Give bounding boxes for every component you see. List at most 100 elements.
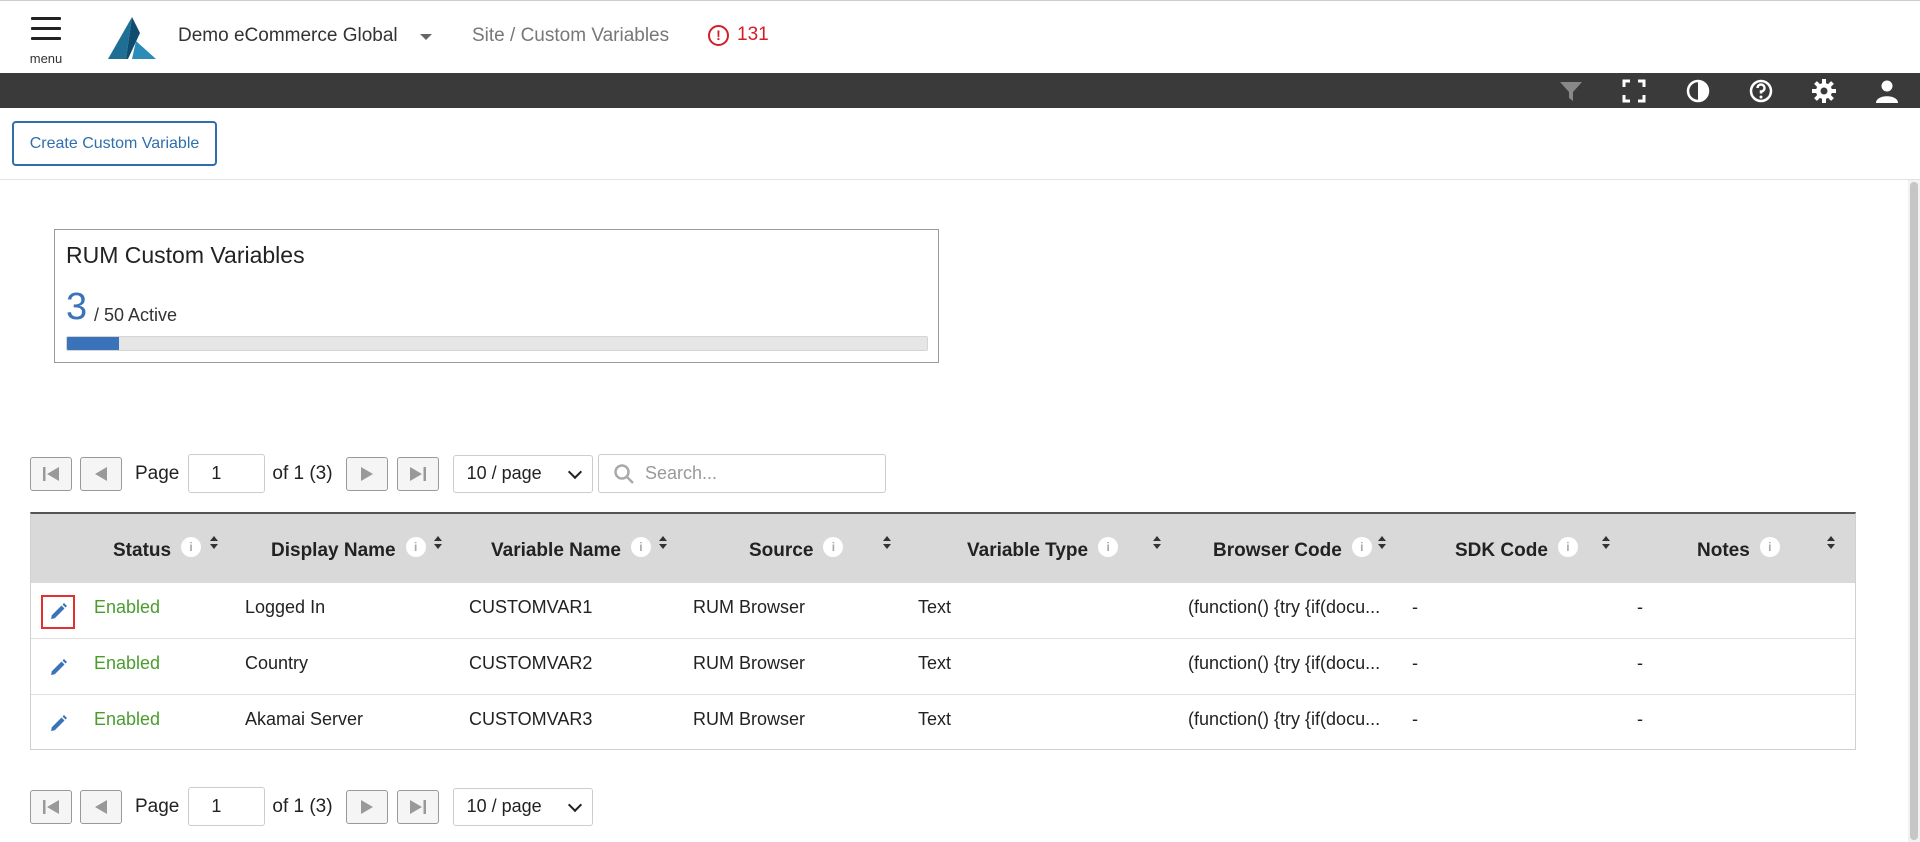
variable-name-cell: CUSTOMVAR2 — [469, 653, 593, 673]
sort-icon[interactable] — [1152, 536, 1162, 552]
next-page-button[interactable] — [345, 789, 388, 824]
column-header-variable-type[interactable]: Variable Type i — [967, 537, 1119, 562]
prev-page-icon — [95, 466, 107, 481]
alert-icon: ! — [708, 24, 729, 46]
sdk-code-cell: - — [1412, 653, 1418, 673]
page-toolbar: Create Custom Variable — [0, 108, 1920, 180]
table-row[interactable]: Enabled Akamai Server CUSTOMVAR3 RUM Bro… — [31, 695, 1855, 751]
per-page-select[interactable]: 10 / page — [452, 787, 593, 826]
column-header-notes[interactable]: Notes i — [1697, 537, 1780, 562]
per-page-value: 10 / page — [466, 463, 542, 483]
sdk-code-cell: - — [1412, 597, 1418, 617]
pencil-icon — [51, 715, 67, 731]
column-header-variable-name[interactable]: Variable Name i — [491, 537, 651, 562]
page-number-input[interactable] — [188, 787, 266, 826]
column-header-display-name[interactable]: Display Name i — [271, 537, 426, 562]
edit-button[interactable] — [41, 707, 75, 741]
browser-code-cell: (function() {try {if(docu... — [1188, 709, 1381, 729]
per-page-value: 10 / page — [466, 796, 542, 816]
top-bar: menu Demo eCommerce Global Site / Custom… — [0, 0, 1920, 73]
column-header-source[interactable]: Source i — [749, 537, 844, 562]
menu-label: menu — [29, 51, 63, 66]
info-icon[interactable]: i — [405, 537, 426, 557]
edit-button[interactable] — [41, 651, 75, 685]
pager-top: Page of 1 (3) 10 / page — [30, 454, 593, 493]
variable-type-cell: Text — [918, 597, 952, 617]
sort-icon[interactable] — [1377, 536, 1387, 552]
help-icon[interactable] — [1748, 78, 1774, 104]
prev-page-button[interactable] — [80, 456, 122, 491]
sort-icon[interactable] — [209, 536, 219, 552]
action-bar — [0, 73, 1920, 108]
fullscreen-icon[interactable] — [1621, 78, 1647, 104]
sort-icon[interactable] — [1601, 536, 1611, 552]
search-icon — [614, 463, 634, 484]
contrast-icon[interactable] — [1685, 78, 1711, 104]
info-icon[interactable]: i — [823, 537, 844, 557]
variable-name-cell: CUSTOMVAR1 — [469, 597, 593, 617]
filter-icon[interactable] — [1558, 78, 1584, 104]
sort-icon[interactable] — [658, 536, 668, 552]
column-header-sdk-code[interactable]: SDK Code i — [1455, 537, 1578, 562]
table-row[interactable]: Enabled Country CUSTOMVAR2 RUM Browser T… — [31, 639, 1855, 695]
next-page-button[interactable] — [345, 456, 388, 491]
search-input[interactable] — [645, 463, 875, 484]
page-label: Page — [135, 462, 180, 484]
last-page-button[interactable] — [396, 789, 439, 824]
status-cell: Enabled — [94, 709, 161, 729]
first-page-button[interactable] — [30, 789, 72, 824]
site-selector[interactable]: Demo eCommerce Global — [178, 25, 398, 47]
settings-icon[interactable] — [1811, 78, 1837, 104]
per-page-select[interactable]: 10 / page — [452, 454, 593, 493]
site-dropdown-caret-icon[interactable] — [420, 34, 432, 40]
info-icon[interactable]: i — [1351, 537, 1372, 557]
info-icon[interactable]: i — [1557, 537, 1578, 557]
notes-cell: - — [1637, 709, 1643, 729]
display-name-cell: Akamai Server — [245, 709, 364, 729]
menu-button[interactable]: menu — [28, 15, 64, 67]
create-custom-variable-button[interactable]: Create Custom Variable — [12, 121, 217, 166]
hamburger-icon — [31, 17, 61, 20]
page-number-input[interactable] — [188, 454, 266, 493]
table-header: Status i Display Name i Variable Name i Sou… — [31, 514, 1855, 583]
pencil-icon — [51, 659, 67, 675]
breadcrumb: Site / Custom Variables — [472, 25, 670, 46]
page-count-label: of 1 (3) — [272, 462, 333, 484]
vertical-scrollbar[interactable] — [1908, 180, 1920, 842]
active-count: 3 — [66, 286, 88, 328]
table-row[interactable]: Enabled Logged In CUSTOMVAR1 RUM Browser… — [31, 583, 1855, 639]
rum-usage-card: RUM Custom Variables 3 / 50 Active — [54, 229, 939, 363]
usage-progress-fill — [67, 337, 119, 350]
column-header-browser-code[interactable]: Browser Code i — [1213, 537, 1372, 562]
prev-page-button[interactable] — [80, 789, 122, 824]
last-page-icon — [409, 799, 426, 814]
source-cell: RUM Browser — [693, 597, 806, 617]
prev-page-icon — [95, 799, 107, 814]
next-page-icon — [360, 799, 373, 814]
sort-icon[interactable] — [1826, 536, 1836, 552]
alert-indicator[interactable]: ! 131 — [708, 24, 769, 46]
last-page-button[interactable] — [396, 456, 439, 491]
user-icon[interactable] — [1874, 78, 1900, 104]
browser-code-cell: (function() {try {if(docu... — [1188, 653, 1381, 673]
search-box — [598, 454, 886, 493]
chevron-down-icon — [567, 464, 582, 479]
column-header-status[interactable]: Status i — [113, 537, 202, 562]
page-count-label: of 1 (3) — [272, 795, 333, 817]
last-page-icon — [409, 466, 426, 481]
chevron-down-icon — [567, 797, 582, 812]
info-icon[interactable]: i — [181, 537, 202, 557]
scrollbar-thumb[interactable] — [1910, 182, 1918, 840]
sort-icon[interactable] — [882, 536, 892, 552]
variable-type-cell: Text — [918, 709, 952, 729]
sort-icon[interactable] — [433, 536, 443, 552]
info-icon[interactable]: i — [1759, 537, 1780, 557]
info-icon[interactable]: i — [630, 537, 651, 557]
variable-name-cell: CUSTOMVAR3 — [469, 709, 593, 729]
sdk-code-cell: - — [1412, 709, 1418, 729]
info-icon[interactable]: i — [1098, 537, 1119, 557]
next-page-icon — [360, 466, 373, 481]
first-page-button[interactable] — [30, 456, 72, 491]
edit-button[interactable] — [41, 595, 75, 629]
browser-code-cell: (function() {try {if(docu... — [1188, 597, 1381, 617]
